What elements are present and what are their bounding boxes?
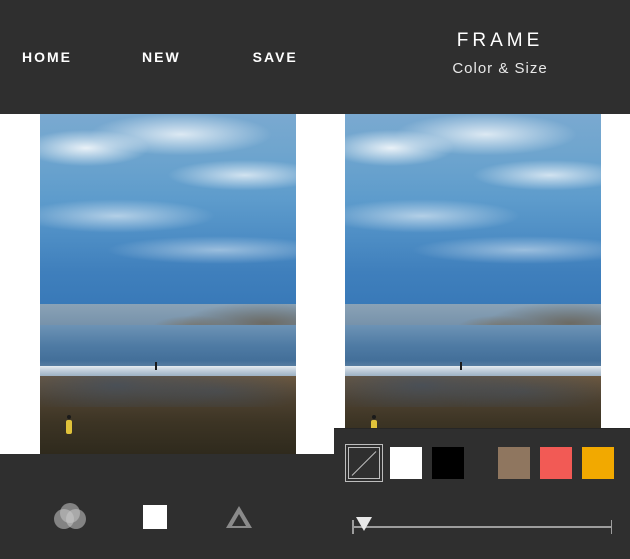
swatch-amber[interactable] (582, 447, 614, 479)
frame-options-panel (334, 428, 630, 559)
adjust-icon (226, 506, 252, 528)
frame-size-slider[interactable] (352, 515, 612, 539)
preview-after (345, 114, 601, 454)
frame-icon (143, 505, 167, 529)
save-button[interactable]: SAVE (253, 49, 298, 65)
frame-color-swatches (348, 447, 614, 479)
preview-stage (0, 114, 630, 454)
photo-before (40, 114, 296, 454)
new-button[interactable]: NEW (142, 49, 181, 65)
slider-track (352, 526, 612, 528)
swatch-taupe[interactable] (498, 447, 530, 479)
frame-panel-title: FRAME Color & Size (400, 30, 600, 77)
panel-subtitle-text: Color & Size (400, 60, 600, 77)
slider-tick-max (611, 520, 613, 534)
adjust-tool[interactable] (216, 494, 262, 540)
panel-title-text: FRAME (400, 30, 600, 52)
swatch-red[interactable] (540, 447, 572, 479)
frame-tool[interactable] (132, 494, 178, 540)
home-button[interactable]: HOME (22, 49, 72, 65)
slider-tick-min (352, 520, 354, 534)
tool-switcher (0, 474, 320, 559)
filters-icon (54, 503, 88, 531)
slider-knob[interactable] (356, 517, 372, 531)
swatch-no-frame[interactable] (348, 447, 380, 479)
swatch-white[interactable] (390, 447, 422, 479)
swatch-black[interactable] (432, 447, 464, 479)
filters-tool[interactable] (48, 494, 94, 540)
preview-before (40, 114, 296, 454)
top-bar: HOME NEW SAVE FRAME Color & Size (0, 0, 630, 114)
main-nav: HOME NEW SAVE (0, 0, 298, 114)
photo-editor-app: { "nav": { "home": "HOME", "new": "NEW",… (0, 0, 630, 559)
swatch-gap (474, 447, 488, 479)
photo-after (345, 114, 601, 454)
